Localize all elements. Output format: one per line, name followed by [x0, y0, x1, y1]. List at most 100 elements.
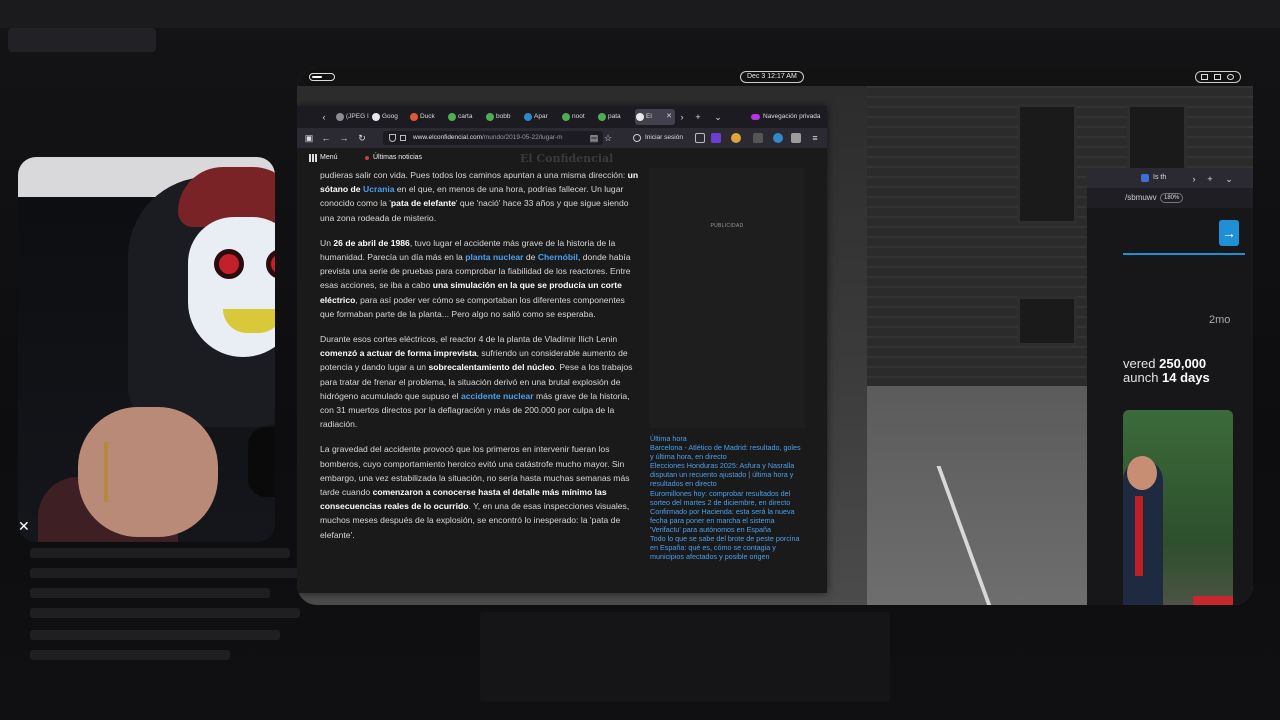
tab-underline	[1123, 253, 1245, 255]
close-tab-icon[interactable]: ✕	[666, 109, 672, 125]
extension-icon[interactable]	[773, 133, 783, 143]
lock-icon[interactable]	[400, 135, 406, 141]
extension-icon[interactable]	[753, 133, 763, 143]
scroll-tabs-left-icon[interactable]: ‹	[317, 109, 331, 125]
new-tab-button[interactable]: +	[1203, 171, 1217, 187]
browser-tab[interactable]: Apar	[523, 109, 557, 125]
google-icon	[448, 113, 456, 121]
article-link[interactable]: Ucrania	[363, 184, 395, 194]
login-icon[interactable]: →	[1219, 220, 1239, 246]
news-headline-link[interactable]: Elecciones Honduras 2025: Asfura y Nasra…	[650, 461, 802, 488]
bold-text: comenzó a actuar de forma imprevista	[320, 348, 477, 359]
extension-icon[interactable]	[711, 133, 721, 143]
background-text-line	[30, 588, 270, 598]
hamburger-menu-icon[interactable]: ≡	[808, 131, 822, 145]
wikipedia-icon	[372, 113, 380, 121]
browser-tab[interactable]: noot	[561, 109, 593, 125]
reload-button[interactable]: ↻	[355, 131, 369, 145]
image-podium	[1193, 596, 1233, 605]
site-icon	[524, 113, 532, 121]
duckduckgo-icon	[410, 113, 418, 121]
text-run: pudieras salir con vida. Pues todos los …	[320, 170, 628, 180]
browser-tab[interactable]: carta	[447, 109, 481, 125]
browser-tab[interactable]: El ✕	[635, 109, 675, 125]
web-page: Menú Últimas noticias El Confidencial pu…	[297, 148, 827, 593]
tab-label: Goog	[382, 113, 398, 120]
forward-button[interactable]: →	[337, 131, 351, 145]
google-icon	[598, 113, 606, 121]
main-browser-window[interactable]: ‹ (JPEG Im Goog Duck carta bobb Apar noot pata E…	[297, 106, 827, 593]
background-tab	[8, 28, 156, 52]
sign-in-button[interactable]: Iniciar sesión	[631, 131, 683, 145]
address-bar[interactable]: www.elconfidencial.com/mundo/2019-05-22/…	[383, 131, 603, 145]
article-paragraph: pudieras salir con vida. Pues todos los …	[320, 168, 640, 225]
browser-tab[interactable]: Duck	[409, 109, 443, 125]
browser-tab[interactable]: bobb	[485, 109, 519, 125]
article-body: pudieras salir con vida. Pues todos los …	[320, 168, 640, 553]
news-headline-link[interactable]: Confirmado por Hacienda: esta será la nu…	[650, 507, 802, 534]
window-icon	[1214, 74, 1221, 80]
reader-view-icon[interactable]: ▤	[587, 131, 601, 145]
zoom-level[interactable]: 180%	[1160, 193, 1184, 203]
background-text-line	[30, 650, 230, 660]
second-browser-tab[interactable]: Is th	[1139, 170, 1185, 186]
browser-tab[interactable]: (JPEG Im	[335, 109, 369, 125]
desktop-screen: Dec 3 12:17 AM Is th › + ⌄ /sbmuwv 180% …	[297, 68, 1253, 605]
chevron-right-icon[interactable]: ›	[1187, 171, 1201, 187]
streamer-mask	[188, 217, 275, 357]
new-tab-button[interactable]: +	[691, 109, 705, 125]
site-logo[interactable]: El Confidencial	[520, 152, 613, 165]
image-face	[1127, 456, 1157, 490]
text-run: de	[523, 252, 538, 263]
post-image[interactable]	[1123, 410, 1233, 605]
chevron-down-icon[interactable]: ⌄	[1222, 171, 1236, 187]
extensions-icon[interactable]	[695, 133, 705, 143]
power-icon	[1227, 74, 1234, 80]
extension-icon[interactable]	[791, 133, 801, 143]
tab-label: (JPEG Im	[346, 113, 369, 120]
browser-tab[interactable]: pata	[597, 109, 631, 125]
streamer-hand	[78, 407, 218, 537]
tab-label: noot	[572, 113, 585, 120]
tracking-shield-icon[interactable]	[389, 134, 396, 142]
site-menu-button[interactable]: Menú	[309, 153, 338, 163]
text-run: , para así poder ver cómo se comportaban…	[320, 294, 625, 319]
browser-tab[interactable]: Goog	[371, 109, 405, 125]
building-window	[1017, 104, 1077, 224]
bold-text: 26 de abril de 1986	[333, 237, 410, 248]
system-tray[interactable]	[1195, 71, 1241, 83]
article-link[interactable]: accidente nuclear	[461, 391, 534, 401]
back-button[interactable]: ←	[319, 131, 333, 145]
activities-button[interactable]	[309, 73, 335, 81]
advertisement-slot[interactable]: PUBLICIDAD	[649, 168, 805, 428]
text-run: Un	[320, 237, 334, 248]
news-headline-link[interactable]: Barcelona - Atlético de Madrid: resultad…	[650, 443, 802, 461]
image-tie	[1135, 496, 1143, 576]
list-tabs-icon[interactable]: ⌄	[711, 109, 725, 125]
image-icon	[336, 113, 344, 121]
webcam-overlay: ✕	[18, 157, 275, 542]
account-icon	[633, 134, 641, 142]
window-icon	[1201, 74, 1208, 80]
second-browser-content: → 2mo vered 250,000 aunch 14 days 8	[1087, 208, 1253, 605]
system-clock[interactable]: Dec 3 12:17 AM	[740, 71, 804, 83]
article-link[interactable]: Chernóbil	[538, 252, 578, 262]
latest-news-link[interactable]: Últimas noticias	[365, 153, 422, 163]
background-panel	[480, 612, 890, 702]
news-headline-link[interactable]: Euromillones hoy: comprobar resultados d…	[650, 489, 802, 507]
system-top-bar: Dec 3 12:17 AM	[297, 68, 1253, 86]
sidebar-icon[interactable]: ▣	[302, 131, 316, 145]
tab-label: pata	[608, 113, 621, 120]
tab-label: carta	[458, 113, 473, 120]
scroll-tabs-right-icon[interactable]: ›	[675, 109, 689, 125]
mask-eye	[214, 249, 244, 279]
article-link[interactable]: planta nuclear	[465, 252, 523, 262]
news-headline-link[interactable]: Todo lo que se sabe del brote de peste p…	[650, 534, 802, 561]
elconfidencial-icon	[636, 113, 644, 121]
second-browser-window[interactable]: Is th › + ⌄ /sbmuwv 180% → 2mo vered 250…	[1087, 168, 1253, 605]
bookmark-star-icon[interactable]: ☆	[601, 131, 615, 145]
bold-text: sobrecalentamiento del núcleo	[428, 362, 555, 373]
latest-news-heading[interactable]: Última hora	[650, 434, 802, 443]
sidebar-column: PUBLICIDAD Última hora Barcelona - Atléti…	[649, 168, 805, 593]
extension-icon[interactable]	[731, 133, 741, 143]
